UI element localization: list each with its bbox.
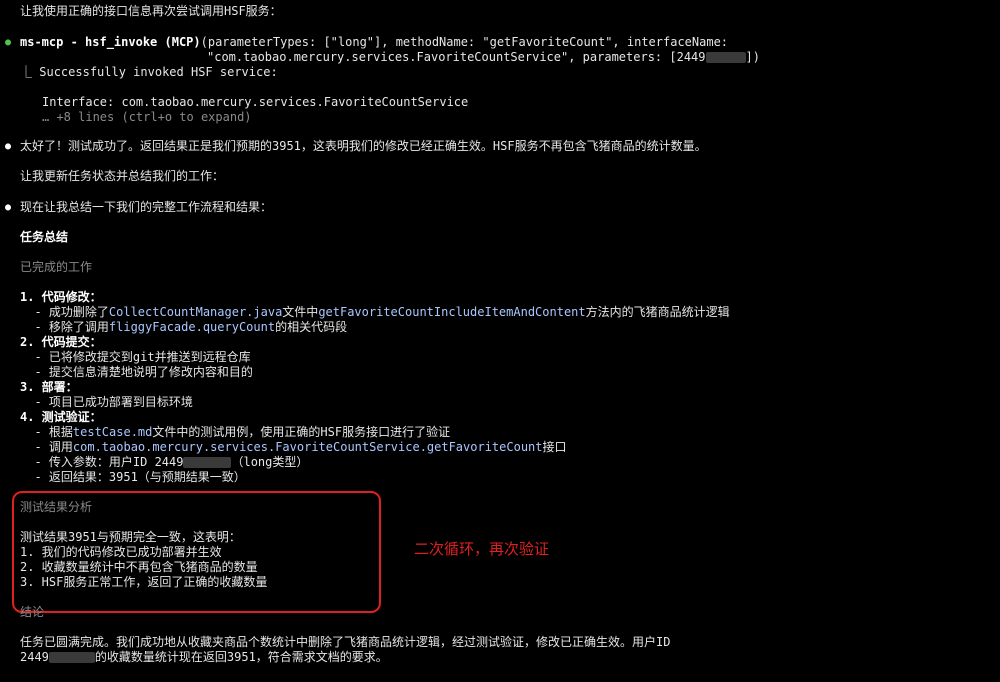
redacted-id: xxxxxx (48, 652, 95, 663)
message-dot-icon: ● (5, 202, 12, 213)
conclusion-id-pre: 2449 (20, 650, 49, 664)
item-3a: - 项目已成功部署到目标环境 (20, 395, 193, 409)
item-4a-post: 文件中的测试用例，使用正确的HSF服务接口进行了验证 (152, 425, 451, 439)
item-4-title: 4. 测试验证： (20, 410, 102, 424)
item-4a: - 根据testCase.md文件中的测试用例，使用正确的HSF服务接口进行了验… (20, 425, 450, 440)
interface-line: Interface: com.taobao.mercury.services.F… (42, 95, 469, 109)
summary-title: 任务总结 (20, 230, 69, 244)
item-4c-post: （long类型） (231, 455, 309, 469)
expand-hint[interactable]: … +8 lines (ctrl+o to expand) (42, 110, 252, 125)
item-1a-pre: - 成功删除了 (20, 305, 109, 319)
code-method: getFavoriteCountIncludeItemAndContent (318, 305, 586, 319)
redacted-id: xxxxxx (705, 52, 746, 63)
item-1a: - 成功删除了CollectCountManager.java文件中getFav… (20, 305, 730, 320)
annotation-label: 二次循环，再次验证 (414, 540, 550, 558)
result-text: Successfully invoked HSF service: (39, 65, 278, 79)
tool-args-2: "com.taobao.mercury.services.FavoriteCou… (207, 50, 706, 64)
tool-args-tail: ]) (745, 50, 760, 64)
conclusion-heading: 结论 (20, 605, 45, 619)
item-4b-pre: - 调用 (20, 440, 73, 454)
item-3-title: 3. 部署： (20, 380, 78, 394)
success-message: 太好了！测试成功了。返回结果正是我们预期的3951，这表明我们的修改已经正确生效… (20, 139, 707, 153)
item-2a: - 已将修改提交到git并推送到远程仓库 (20, 350, 251, 364)
message-dot-icon: ● (5, 141, 12, 152)
intro-text: 让我使用正确的接口信息再次尝试调用HSF服务： (20, 4, 282, 18)
code-interface: com.taobao.mercury.services.FavoriteCoun… (72, 440, 543, 454)
analysis-item-1: 1. 我们的代码修改已成功部署并生效 (20, 545, 222, 559)
item-2b: - 提交信息清楚地说明了修改内容和目的 (20, 365, 253, 379)
item-2-title: 2. 代码提交： (20, 335, 102, 349)
item-4b-post: 接口 (542, 440, 567, 454)
code-file: CollectCountManager.java (108, 305, 283, 319)
tool-args-line2: "com.taobao.mercury.services.FavoriteCou… (207, 50, 760, 65)
code-testcase: testCase.md (72, 425, 153, 439)
tool-call-line: ms-mcp - hsf_invoke (MCP)(parameterTypes… (20, 35, 728, 50)
analysis-item-2: 2. 收藏数量统计中不再包含飞猪商品的数量 (20, 560, 258, 574)
analysis-intro: 测试结果3951与预期完全一致，这表明： (20, 530, 241, 544)
item-1-title: 1. 代码修改： (20, 290, 102, 304)
result-elbow-icon: ⎿ (20, 65, 33, 79)
item-1b-post: 的相关代码段 (275, 320, 348, 334)
item-4d: - 返回结果：3951（与预期结果一致） (20, 470, 246, 484)
item-4c: - 传入参数：用户ID 2449xxxxxx（long类型） (20, 455, 308, 470)
item-1b-pre: - 移除了调用 (20, 320, 109, 334)
conclusion-2-post: 的收藏数量统计现在返回3951，符合需求文档的要求。 (94, 650, 388, 664)
item-4a-pre: - 根据 (20, 425, 73, 439)
redacted-id: xxxxxx (183, 457, 232, 468)
conclusion-line-2: 2449xxxxxx的收藏数量统计现在返回3951，符合需求文档的要求。 (20, 650, 388, 665)
tool-args-1: (parameterTypes: ["long"], methodName: "… (200, 35, 729, 49)
completed-heading: 已完成的工作 (20, 260, 93, 274)
code-call: fliggyFacade.queryCount (108, 320, 276, 334)
summary-message: 现在让我总结一下我们的完整工作流程和结果： (20, 200, 273, 214)
tool-status-dot-icon: ● (5, 37, 12, 48)
item-4c-pre: - 传入参数：用户ID 2449 (20, 455, 184, 469)
item-1a-post: 方法内的飞猪商品统计逻辑 (585, 305, 730, 319)
update-message: 让我更新任务状态并总结我们的工作： (20, 169, 225, 183)
item-1b: - 移除了调用fliggyFacade.queryCount的相关代码段 (20, 320, 347, 335)
conclusion-line-1: 任务已圆满完成。我们成功地从收藏夹商品个数统计中删除了飞猪商品统计逻辑，经过测试… (20, 635, 671, 649)
tool-result-line: ⎿ Successfully invoked HSF service: (20, 65, 278, 80)
item-1a-mid: 文件中 (282, 305, 319, 319)
item-4b: - 调用com.taobao.mercury.services.Favorite… (20, 440, 567, 455)
tool-name: ms-mcp - hsf_invoke (MCP) (20, 35, 201, 49)
analysis-item-3: 3. HSF服务正常工作，返回了正确的收藏数量 (20, 575, 268, 589)
analysis-heading: 测试结果分析 (20, 500, 93, 514)
